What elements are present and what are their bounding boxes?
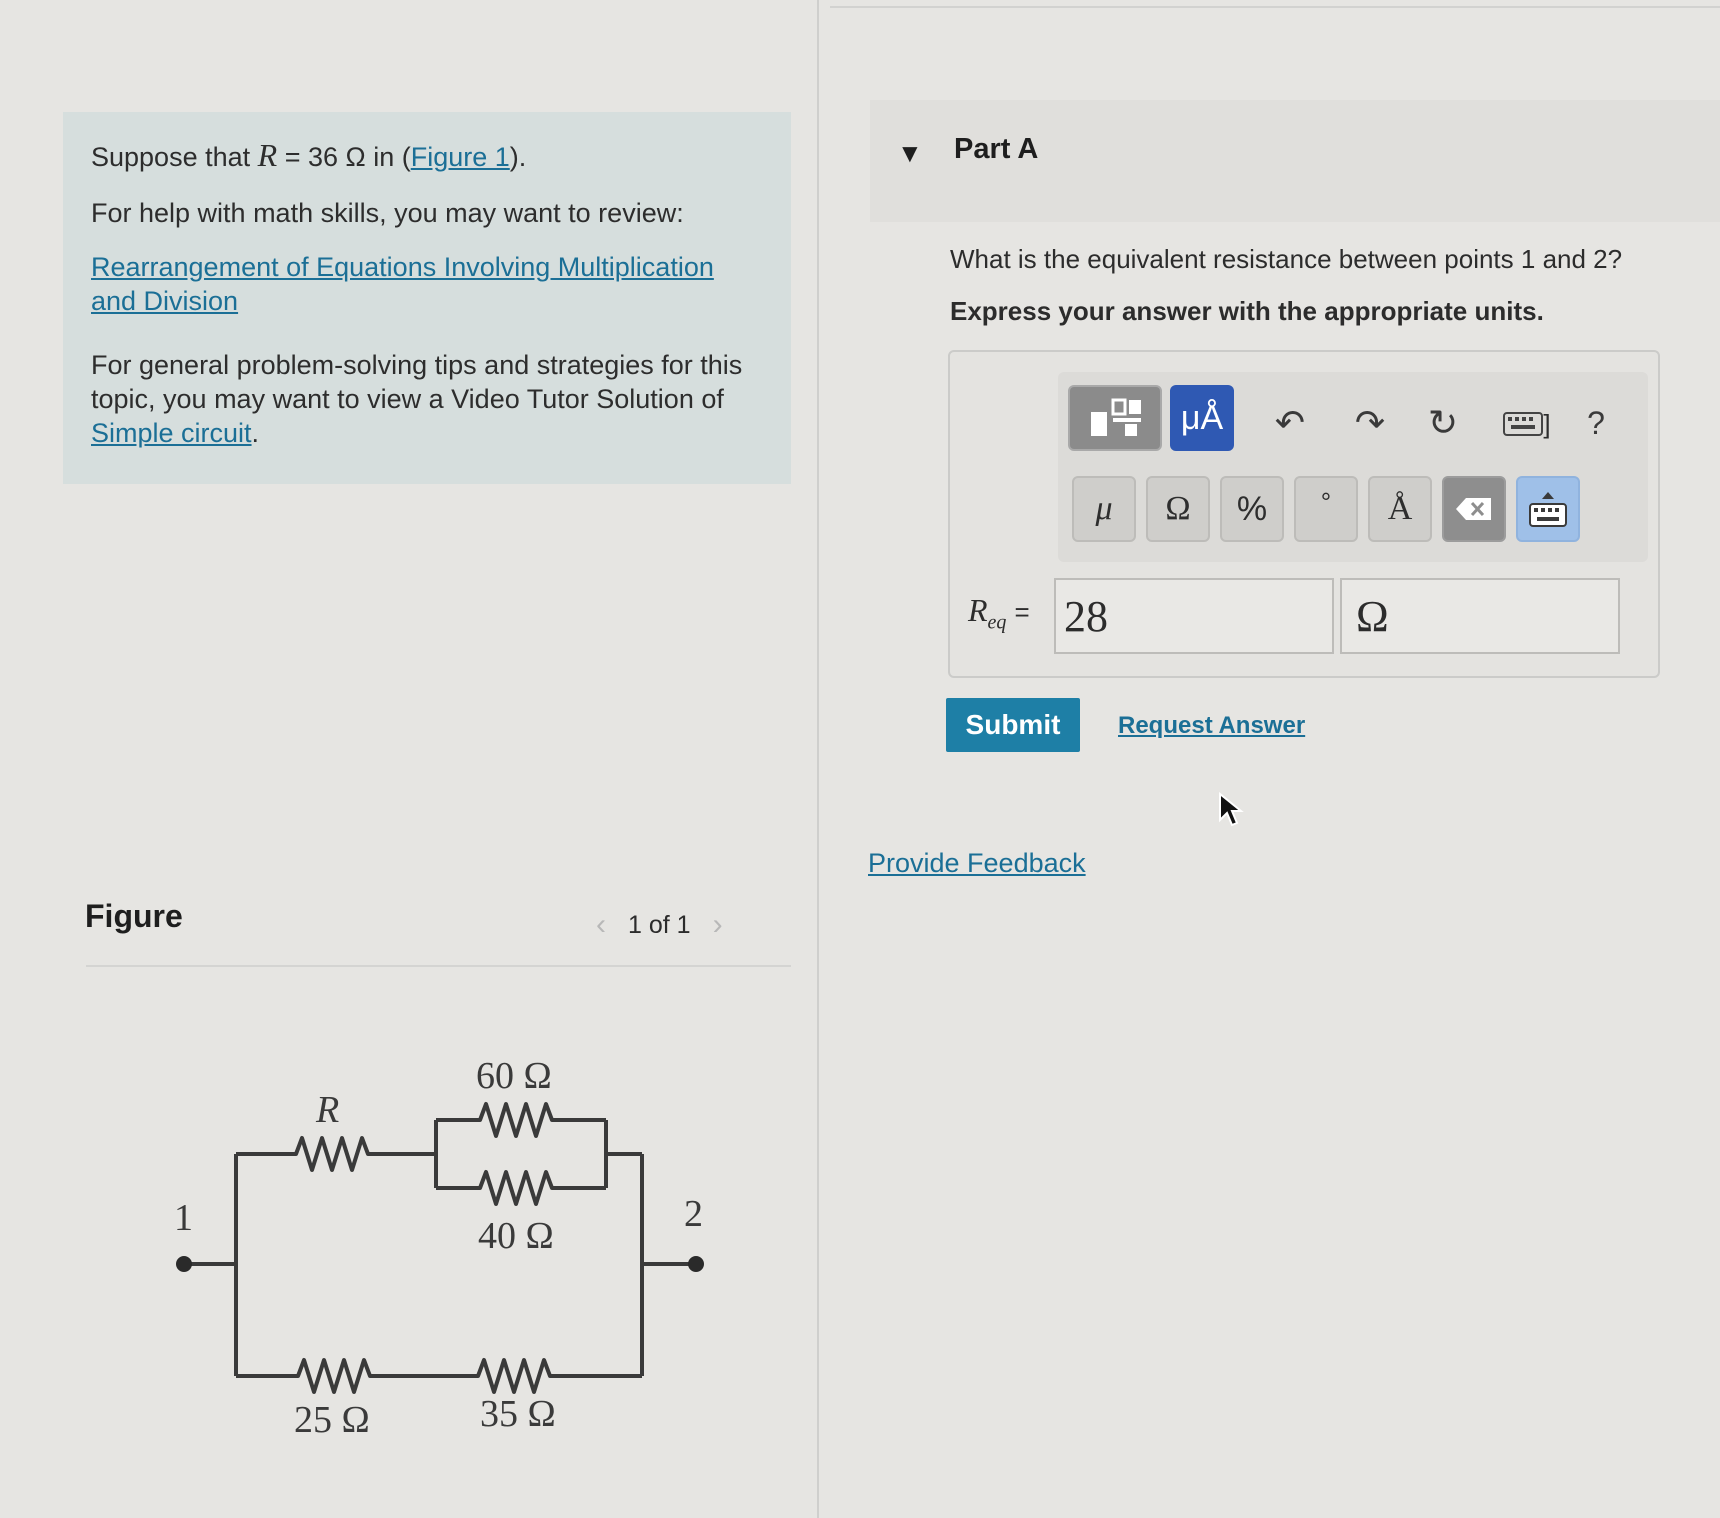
help-text: For help with math skills, you may want … bbox=[91, 198, 684, 228]
node-2-terminal bbox=[688, 1256, 704, 1272]
reset-icon[interactable]: ↻ bbox=[1415, 398, 1471, 448]
chevron-left-icon[interactable]: ‹ bbox=[596, 910, 606, 940]
angstrom-symbol-button[interactable]: Å bbox=[1368, 476, 1432, 542]
figure-page-count: 1 of 1 bbox=[628, 910, 691, 939]
figure-link[interactable]: Figure 1 bbox=[411, 142, 510, 172]
math-review-link[interactable]: Rearrangement of Equations Involving Mul… bbox=[91, 252, 714, 316]
request-answer-link[interactable]: Request Answer bbox=[1118, 712, 1305, 740]
tips-suffix: . bbox=[251, 418, 260, 448]
circuit-diagram: R 60 Ω 40 Ω 25 Ω 35 Ω 1 2 bbox=[174, 1055, 704, 1441]
answer-label-var: R bbox=[968, 592, 988, 628]
label-40: 40 Ω bbox=[478, 1215, 554, 1257]
label-60: 60 Ω bbox=[476, 1055, 552, 1097]
value-input[interactable]: 28 bbox=[1054, 578, 1334, 654]
figure-divider bbox=[86, 965, 791, 967]
intro-suffix: ). bbox=[509, 142, 527, 172]
keyboard-icon[interactable]: ] bbox=[1492, 402, 1562, 446]
undo-icon[interactable]: ↶ bbox=[1265, 398, 1315, 448]
intro-prefix: Suppose that bbox=[91, 142, 251, 172]
tips-body: For general problem-solving tips and str… bbox=[91, 350, 743, 414]
redo-icon[interactable]: ↷ bbox=[1345, 398, 1395, 448]
units-button[interactable]: μÅ bbox=[1170, 385, 1234, 451]
chevron-right-icon[interactable]: › bbox=[713, 910, 723, 940]
part-title: Part A bbox=[954, 133, 1039, 165]
help-icon[interactable]: ? bbox=[1578, 400, 1614, 446]
answer-label-sub: eq bbox=[987, 611, 1007, 634]
intro-equals: = 36 Ω in ( bbox=[284, 142, 411, 172]
ohm-symbol-button[interactable]: Ω bbox=[1146, 476, 1210, 542]
label-35: 35 Ω bbox=[480, 1393, 556, 1435]
mouse-cursor-icon bbox=[1219, 792, 1244, 827]
question-text: What is the equivalent resistance betwee… bbox=[950, 244, 1623, 274]
simple-circuit-link[interactable]: Simple circuit bbox=[91, 418, 252, 448]
backspace-icon[interactable] bbox=[1442, 476, 1506, 542]
submit-button[interactable]: Submit bbox=[946, 698, 1080, 752]
answer-label: Req = bbox=[968, 592, 1030, 634]
mu-symbol-button[interactable]: μ bbox=[1072, 476, 1136, 542]
intro-variable: R bbox=[257, 137, 278, 173]
collapse-caret-icon[interactable]: ▼ bbox=[897, 138, 923, 169]
label-node-2: 2 bbox=[684, 1193, 703, 1235]
templates-icon[interactable] bbox=[1068, 385, 1162, 451]
label-r: R bbox=[315, 1089, 339, 1131]
resistor-40 bbox=[436, 1170, 606, 1206]
keyboard-bracket: ] bbox=[1543, 408, 1551, 439]
resistor-r bbox=[236, 1136, 436, 1172]
instruction-text: Express your answer with the appropriate… bbox=[950, 296, 1544, 326]
figure-title: Figure bbox=[85, 898, 183, 934]
top-divider bbox=[830, 6, 1720, 8]
problem-intro: Suppose that R = 36 Ω in (Figure 1). bbox=[91, 138, 763, 174]
column-divider bbox=[817, 0, 819, 1518]
percent-symbol-button[interactable]: % bbox=[1220, 476, 1284, 542]
tips-text: For general problem-solving tips and str… bbox=[91, 348, 763, 450]
provide-feedback-link[interactable]: Provide Feedback bbox=[868, 848, 1086, 879]
keyboard-toggle-icon[interactable] bbox=[1516, 476, 1580, 542]
resistor-60 bbox=[436, 1102, 606, 1138]
figure-pager: ‹ 1 of 1 › bbox=[596, 910, 723, 940]
unit-input[interactable]: Ω bbox=[1340, 578, 1620, 654]
label-node-1: 1 bbox=[174, 1197, 193, 1239]
node-1-terminal bbox=[176, 1256, 192, 1272]
problem-info-panel: Suppose that R = 36 Ω in (Figure 1). For… bbox=[63, 112, 791, 484]
label-25: 25 Ω bbox=[294, 1399, 370, 1441]
resistor-25-35 bbox=[236, 1358, 642, 1394]
answer-label-eq: = bbox=[1014, 597, 1030, 627]
degree-symbol-button[interactable]: ° bbox=[1294, 476, 1358, 542]
